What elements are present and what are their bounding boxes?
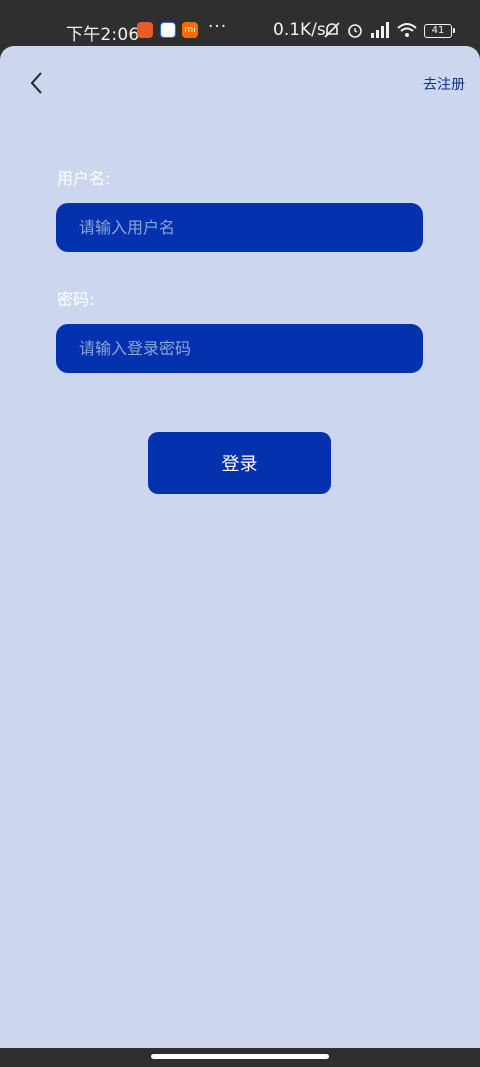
signal-icon bbox=[371, 22, 389, 38]
wifi-icon bbox=[397, 23, 417, 37]
password-input[interactable] bbox=[77, 338, 423, 359]
home-indicator[interactable] bbox=[151, 1054, 329, 1059]
status-time: 下午2:06 bbox=[66, 25, 140, 45]
mi-icon: mi bbox=[182, 22, 198, 38]
network-speed: 0.1K/s bbox=[273, 20, 326, 40]
battery-icon: 41 bbox=[424, 24, 455, 38]
username-field[interactable] bbox=[56, 203, 423, 252]
username-label: 用户名: bbox=[57, 169, 111, 188]
taobao-icon bbox=[137, 22, 153, 38]
login-screen: 去注册 用户名: 密码: 登录 bbox=[0, 46, 480, 1048]
status-bar: 下午2:06 mi ··· 0.1K/s 41 bbox=[0, 0, 480, 46]
username-input[interactable] bbox=[77, 217, 423, 238]
mute-bell-icon bbox=[324, 22, 340, 38]
password-field[interactable] bbox=[56, 324, 423, 373]
chevron-left-icon[interactable] bbox=[26, 70, 50, 96]
baidu-icon bbox=[160, 22, 176, 38]
register-link[interactable]: 去注册 bbox=[423, 74, 465, 94]
navigation-bar bbox=[0, 1048, 480, 1067]
more-notifications-icon: ··· bbox=[208, 17, 228, 37]
password-label: 密码: bbox=[57, 290, 95, 309]
login-button[interactable]: 登录 bbox=[148, 432, 331, 494]
alarm-icon bbox=[348, 24, 362, 38]
